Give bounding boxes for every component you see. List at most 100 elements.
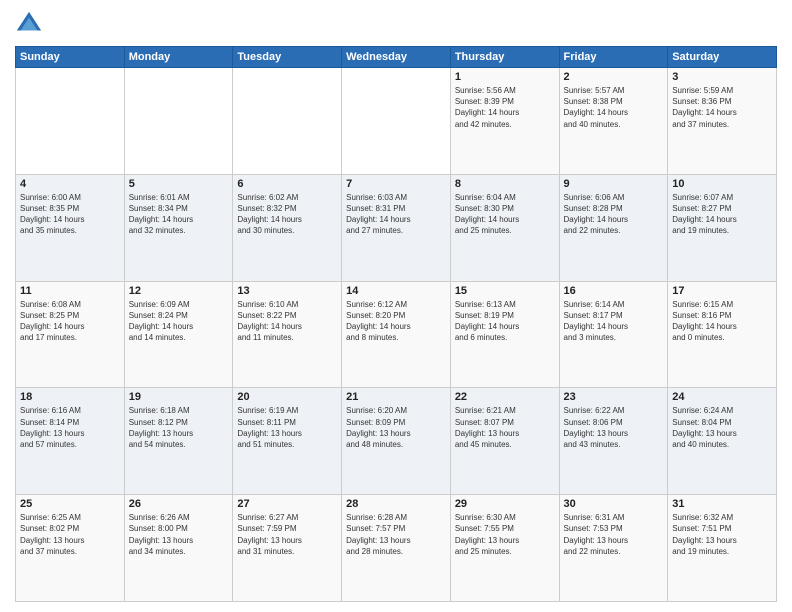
- calendar-week-2: 11Sunrise: 6:08 AM Sunset: 8:25 PM Dayli…: [16, 281, 777, 388]
- calendar-cell: 15 Sunrise: 6:13 AM Sunset: 8:19 PM Dayli…: [450, 281, 559, 388]
- day-info: Sunrise: 6:10 AM Sunset: 8:22 PM Dayligh…: [237, 299, 337, 344]
- weekday-tuesday: Tuesday: [233, 47, 342, 68]
- day-number: 17: [672, 285, 772, 297]
- calendar-cell: 10Sunrise: 6:07 AM Sunset: 8:27 PM Dayli…: [668, 174, 777, 281]
- day-number: 23: [564, 391, 664, 403]
- weekday-saturday: Saturday: [668, 47, 777, 68]
- day-number: 19: [129, 391, 229, 403]
- calendar-cell: 5Sunrise: 6:01 AM Sunset: 8:34 PM Daylig…: [124, 174, 233, 281]
- day-info: Sunrise: 6:21 AM Sunset: 8:07 PM Dayligh…: [455, 405, 555, 450]
- calendar-cell: 27 Sunrise: 6:27 AM Sunset: 7:59 PM Dayli…: [233, 495, 342, 602]
- calendar-cell: 11Sunrise: 6:08 AM Sunset: 8:25 PM Dayli…: [16, 281, 125, 388]
- day-number: 8: [455, 178, 555, 190]
- day-number: 31: [672, 498, 772, 510]
- day-info: Sunrise: 6:27 AM Sunset: 7:59 PM Dayligh…: [237, 512, 337, 557]
- day-number: 5: [129, 178, 229, 190]
- calendar-cell: [16, 68, 125, 175]
- calendar-header: SundayMondayTuesdayWednesdayThursdayFrid…: [16, 47, 777, 68]
- day-info: Sunrise: 6:14 AM Sunset: 8:17 PM Dayligh…: [564, 299, 664, 344]
- day-number: 18: [20, 391, 120, 403]
- calendar-cell: 19 Sunrise: 6:18 AM Sunset: 8:12 PM Dayli…: [124, 388, 233, 495]
- day-info: Sunrise: 6:18 AM Sunset: 8:12 PM Dayligh…: [129, 405, 229, 450]
- calendar-week-1: 4Sunrise: 6:00 AM Sunset: 8:35 PM Daylig…: [16, 174, 777, 281]
- day-number: 30: [564, 498, 664, 510]
- day-number: 6: [237, 178, 337, 190]
- day-info: Sunrise: 5:56 AM Sunset: 8:39 PM Dayligh…: [455, 85, 555, 130]
- day-number: 20: [237, 391, 337, 403]
- calendar-cell: 1 Sunrise: 5:56 AM Sunset: 8:39 PM Daylig…: [450, 68, 559, 175]
- day-number: 2: [564, 71, 664, 83]
- day-number: 28: [346, 498, 446, 510]
- calendar-cell: 24Sunrise: 6:24 AM Sunset: 8:04 PM Dayli…: [668, 388, 777, 495]
- calendar-cell: 20 Sunrise: 6:19 AM Sunset: 8:11 PM Dayli…: [233, 388, 342, 495]
- day-info: Sunrise: 6:15 AM Sunset: 8:16 PM Dayligh…: [672, 299, 772, 344]
- calendar-cell: 16 Sunrise: 6:14 AM Sunset: 8:17 PM Dayli…: [559, 281, 668, 388]
- calendar-cell: 21 Sunrise: 6:20 AM Sunset: 8:09 PM Dayli…: [342, 388, 451, 495]
- day-number: 16: [564, 285, 664, 297]
- day-number: 21: [346, 391, 446, 403]
- calendar-cell: 31 Sunrise: 6:32 AM Sunset: 7:51 PM Dayli…: [668, 495, 777, 602]
- day-number: 26: [129, 498, 229, 510]
- day-info: Sunrise: 6:04 AM Sunset: 8:30 PM Dayligh…: [455, 192, 555, 237]
- calendar-cell: 7 Sunrise: 6:03 AM Sunset: 8:31 PM Daylig…: [342, 174, 451, 281]
- day-info: Sunrise: 6:19 AM Sunset: 8:11 PM Dayligh…: [237, 405, 337, 450]
- day-info: Sunrise: 6:03 AM Sunset: 8:31 PM Dayligh…: [346, 192, 446, 237]
- day-info: Sunrise: 6:25 AM Sunset: 8:02 PM Dayligh…: [20, 512, 120, 557]
- calendar-cell: 4Sunrise: 6:00 AM Sunset: 8:35 PM Daylig…: [16, 174, 125, 281]
- day-number: 15: [455, 285, 555, 297]
- day-number: 24: [672, 391, 772, 403]
- day-info: Sunrise: 6:30 AM Sunset: 7:55 PM Dayligh…: [455, 512, 555, 557]
- day-number: 14: [346, 285, 446, 297]
- day-number: 13: [237, 285, 337, 297]
- calendar-cell: 12 Sunrise: 6:09 AM Sunset: 8:24 PM Dayli…: [124, 281, 233, 388]
- calendar-cell: 29 Sunrise: 6:30 AM Sunset: 7:55 PM Dayli…: [450, 495, 559, 602]
- day-info: Sunrise: 6:06 AM Sunset: 8:28 PM Dayligh…: [564, 192, 664, 237]
- day-info: Sunrise: 6:16 AM Sunset: 8:14 PM Dayligh…: [20, 405, 120, 450]
- weekday-sunday: Sunday: [16, 47, 125, 68]
- calendar-cell: 23Sunrise: 6:22 AM Sunset: 8:06 PM Dayli…: [559, 388, 668, 495]
- header: [15, 10, 777, 38]
- day-info: Sunrise: 5:57 AM Sunset: 8:38 PM Dayligh…: [564, 85, 664, 130]
- calendar-cell: 30 Sunrise: 6:31 AM Sunset: 7:53 PM Dayli…: [559, 495, 668, 602]
- day-number: 3: [672, 71, 772, 83]
- day-number: 29: [455, 498, 555, 510]
- day-number: 12: [129, 285, 229, 297]
- calendar-cell: 8 Sunrise: 6:04 AM Sunset: 8:30 PM Daylig…: [450, 174, 559, 281]
- day-number: 1: [455, 71, 555, 83]
- calendar-cell: 17 Sunrise: 6:15 AM Sunset: 8:16 PM Dayli…: [668, 281, 777, 388]
- calendar-week-3: 18 Sunrise: 6:16 AM Sunset: 8:14 PM Dayli…: [16, 388, 777, 495]
- day-number: 27: [237, 498, 337, 510]
- weekday-row: SundayMondayTuesdayWednesdayThursdayFrid…: [16, 47, 777, 68]
- logo: [15, 10, 47, 38]
- day-info: Sunrise: 6:26 AM Sunset: 8:00 PM Dayligh…: [129, 512, 229, 557]
- calendar: SundayMondayTuesdayWednesdayThursdayFrid…: [15, 46, 777, 602]
- day-info: Sunrise: 6:09 AM Sunset: 8:24 PM Dayligh…: [129, 299, 229, 344]
- calendar-cell: [342, 68, 451, 175]
- day-number: 7: [346, 178, 446, 190]
- day-info: Sunrise: 6:32 AM Sunset: 7:51 PM Dayligh…: [672, 512, 772, 557]
- day-info: Sunrise: 6:08 AM Sunset: 8:25 PM Dayligh…: [20, 299, 120, 344]
- day-number: 9: [564, 178, 664, 190]
- day-info: Sunrise: 5:59 AM Sunset: 8:36 PM Dayligh…: [672, 85, 772, 130]
- calendar-cell: [233, 68, 342, 175]
- day-info: Sunrise: 6:02 AM Sunset: 8:32 PM Dayligh…: [237, 192, 337, 237]
- calendar-cell: [124, 68, 233, 175]
- calendar-cell: 28Sunrise: 6:28 AM Sunset: 7:57 PM Dayli…: [342, 495, 451, 602]
- calendar-cell: 18 Sunrise: 6:16 AM Sunset: 8:14 PM Dayli…: [16, 388, 125, 495]
- calendar-cell: 6 Sunrise: 6:02 AM Sunset: 8:32 PM Daylig…: [233, 174, 342, 281]
- page: SundayMondayTuesdayWednesdayThursdayFrid…: [0, 0, 792, 612]
- day-info: Sunrise: 6:31 AM Sunset: 7:53 PM Dayligh…: [564, 512, 664, 557]
- day-info: Sunrise: 6:13 AM Sunset: 8:19 PM Dayligh…: [455, 299, 555, 344]
- weekday-thursday: Thursday: [450, 47, 559, 68]
- calendar-cell: 3 Sunrise: 5:59 AM Sunset: 8:36 PM Daylig…: [668, 68, 777, 175]
- logo-icon: [15, 10, 43, 38]
- day-number: 10: [672, 178, 772, 190]
- calendar-cell: 22Sunrise: 6:21 AM Sunset: 8:07 PM Dayli…: [450, 388, 559, 495]
- calendar-cell: 25 Sunrise: 6:25 AM Sunset: 8:02 PM Dayli…: [16, 495, 125, 602]
- weekday-wednesday: Wednesday: [342, 47, 451, 68]
- day-number: 25: [20, 498, 120, 510]
- day-info: Sunrise: 6:00 AM Sunset: 8:35 PM Dayligh…: [20, 192, 120, 237]
- weekday-monday: Monday: [124, 47, 233, 68]
- day-info: Sunrise: 6:20 AM Sunset: 8:09 PM Dayligh…: [346, 405, 446, 450]
- calendar-body: 1 Sunrise: 5:56 AM Sunset: 8:39 PM Daylig…: [16, 68, 777, 602]
